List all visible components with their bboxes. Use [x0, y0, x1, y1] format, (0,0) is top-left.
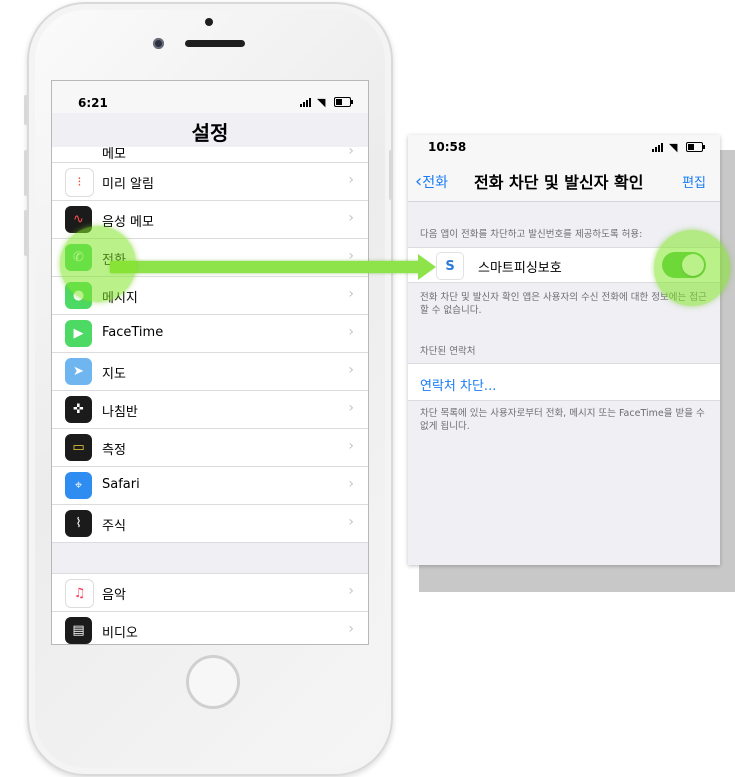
volume-up-button: [24, 150, 28, 196]
row-label: FaceTime: [102, 325, 164, 340]
back-button[interactable]: ‹전화: [415, 171, 448, 192]
power-button: [389, 150, 393, 200]
block-caption: 차단 목록에 있는 사용자로부터 전화, 메시지 또는 FaceTime을 받을…: [420, 408, 705, 432]
settings-row-videos[interactable]: ▤ 비디오 ›: [52, 612, 368, 644]
proximity-sensor: [205, 18, 213, 26]
measure-icon: ▭: [65, 434, 92, 461]
settings-row-notes[interactable]: 메모 ›: [52, 143, 368, 163]
row-label: Safari: [102, 477, 140, 492]
smart-phishing-app-icon: S: [436, 252, 464, 280]
signal-icon: [652, 149, 654, 152]
front-camera: [153, 38, 164, 49]
settings-list: 메모 › ⁝ 미리 알림 › ∿ 음성 메모 › ✆ 전화 › ● 메시지 › …: [52, 143, 368, 644]
call-blocking-screen: 10:58 ◥ ‹전화 전화 차단 및 발신자 확인 편집 다음 앱이 전화를 …: [408, 135, 720, 565]
edit-button[interactable]: 편집: [682, 172, 706, 191]
settings-row-compass[interactable]: ✜ 나침반 ›: [52, 391, 368, 429]
safari-icon: ⌖: [65, 472, 92, 499]
chevron-right-icon: ›: [348, 286, 354, 302]
row-label: 측정: [102, 443, 126, 458]
signal-bar: [303, 102, 305, 107]
volume-down-button: [24, 210, 28, 256]
app-name: 스마트피싱보호: [478, 261, 562, 276]
maps-icon: ➤: [65, 358, 92, 385]
page-title: 전화 차단 및 발신자 확인: [474, 173, 644, 192]
signal-bar: [661, 143, 663, 152]
nav-bar: ‹전화 전화 차단 및 발신자 확인 편집: [408, 161, 720, 202]
chevron-right-icon: ›: [348, 172, 354, 188]
back-label: 전화: [422, 175, 448, 191]
settings-screen: 6:21 ◥ 설정 메모 › ⁝ 미리 알림 › ∿ 음성 메모 › ✆ 전화: [51, 80, 369, 645]
row-label: 메모: [102, 147, 126, 162]
settings-row-measure[interactable]: ▭ 측정 ›: [52, 429, 368, 467]
chevron-right-icon: ›: [348, 324, 354, 340]
settings-row-music[interactable]: ♫ 음악 ›: [52, 574, 368, 612]
chevron-right-icon: ›: [348, 210, 354, 226]
settings-row-facetime[interactable]: ▶ FaceTime ›: [52, 315, 368, 353]
block-contact-link[interactable]: 연락처 차단...: [420, 375, 496, 394]
status-time: 10:58: [428, 140, 467, 154]
chevron-right-icon: ›: [348, 476, 354, 492]
chevron-right-icon: ›: [348, 362, 354, 378]
settings-row-safari[interactable]: ⌖ Safari ›: [52, 467, 368, 505]
battery-icon: [686, 142, 705, 152]
row-label: 비디오: [102, 626, 138, 641]
battery-icon: [334, 97, 353, 107]
status-bar: 10:58 ◥: [408, 135, 720, 161]
home-button[interactable]: [186, 655, 240, 709]
settings-row-reminders[interactable]: ⁝ 미리 알림 ›: [52, 163, 368, 201]
signal-bar: [655, 147, 657, 152]
highlight-arrow: [110, 261, 420, 273]
settings-row-maps[interactable]: ➤ 지도 ›: [52, 353, 368, 391]
wifi-icon: ◥: [317, 96, 326, 109]
chevron-right-icon: ›: [348, 400, 354, 416]
status-icons: ◥: [652, 141, 706, 154]
highlight-circle-phone: [60, 226, 136, 302]
chevron-right-icon: ›: [348, 143, 354, 159]
highlight-circle-toggle: [654, 230, 730, 306]
status-icons: ◥: [300, 96, 354, 109]
signal-bar: [658, 145, 660, 152]
stocks-icon: ⌇: [65, 510, 92, 537]
page-title: 설정: [191, 121, 229, 145]
earpiece-speaker: [185, 40, 245, 47]
compass-icon: ✜: [65, 396, 92, 423]
side-button: [24, 95, 28, 125]
facetime-icon: ▶: [65, 320, 92, 347]
block-contact-row[interactable]: 연락처 차단...: [408, 363, 720, 401]
blocked-header: 차단된 연락처: [420, 346, 476, 357]
row-label: 주식: [102, 519, 126, 534]
chevron-right-icon: ›: [348, 514, 354, 530]
arrow-head-icon: [418, 254, 436, 280]
signal-icon: [300, 104, 302, 107]
status-time: 6:21: [78, 96, 108, 110]
row-label: 지도: [102, 367, 126, 382]
signal-bar: [309, 98, 311, 107]
row-label: 나침반: [102, 405, 138, 420]
row-label: 음악: [102, 588, 126, 603]
chevron-right-icon: ›: [348, 438, 354, 454]
row-label: 미리 알림: [102, 177, 154, 192]
chevron-right-icon: ›: [348, 583, 354, 599]
settings-row-stocks[interactable]: ⌇ 주식 ›: [52, 505, 368, 543]
status-bar: 6:21 ◥: [52, 81, 368, 113]
chevron-right-icon: ›: [348, 621, 354, 637]
section-gap: [52, 543, 368, 574]
signal-bar: [306, 100, 308, 107]
wifi-icon: ◥: [669, 141, 678, 154]
reminders-icon: ⁝: [65, 168, 94, 197]
videos-icon: ▤: [65, 617, 92, 644]
music-icon: ♫: [65, 579, 94, 608]
